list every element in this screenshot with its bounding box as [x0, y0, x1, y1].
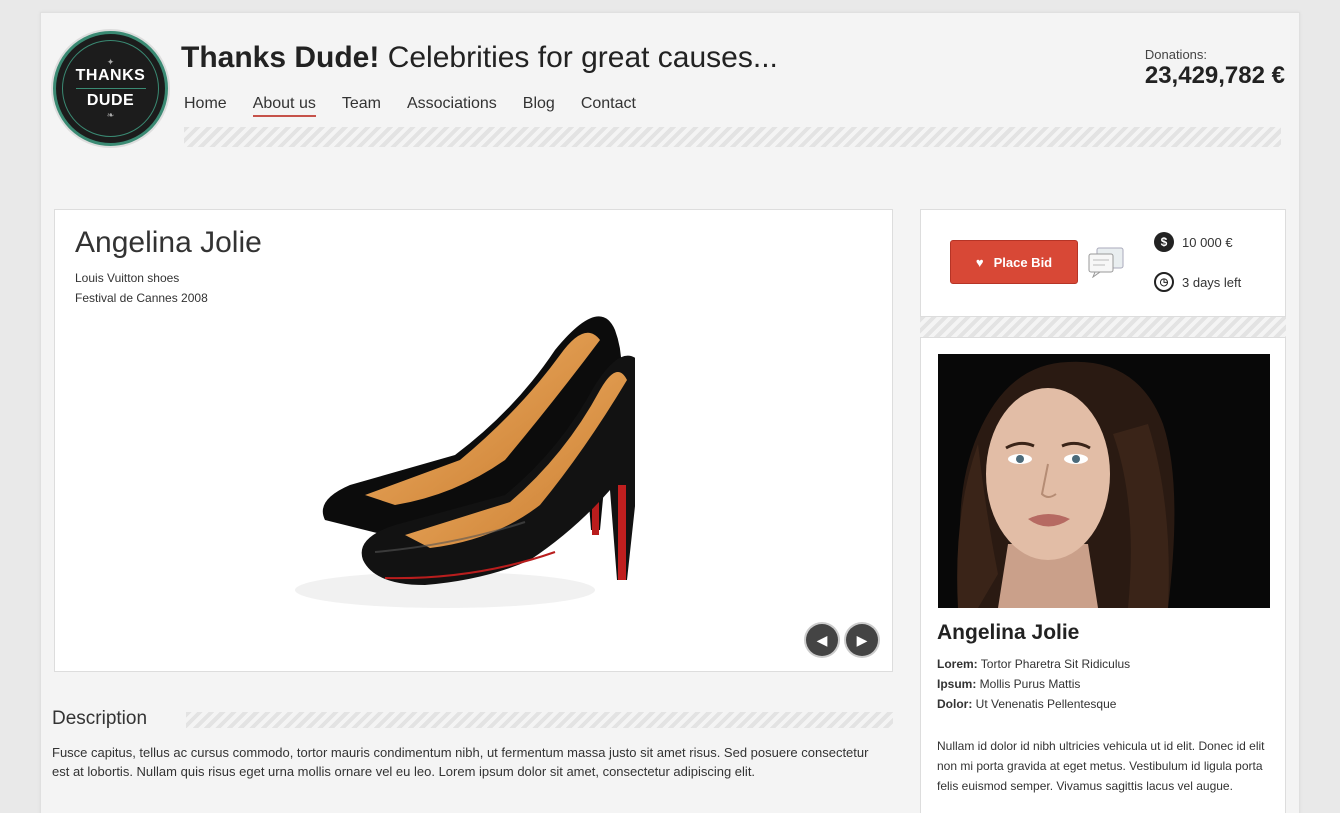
page-container: ✦ THANKS DUDE ❧ Thanks Dude! Celebrities… — [40, 12, 1300, 813]
main-nav: Home About us Team Associations Blog Con… — [184, 95, 662, 117]
celebrity-fact-row: Lorem: Tortor Pharetra Sit Ridiculus — [937, 654, 1130, 674]
site-title-bold: Thanks Dude! — [181, 41, 380, 74]
nav-contact[interactable]: Contact — [581, 95, 636, 117]
donations-label: Donations: — [1144, 47, 1208, 62]
header-stripe-divider — [184, 127, 1281, 147]
dollar-icon: $ — [1154, 232, 1174, 252]
chevron-left-icon: ◀ — [816, 632, 828, 648]
place-bid-button[interactable]: ♥ Place Bid — [950, 240, 1078, 284]
slider-prev-button[interactable]: ◀ — [806, 624, 838, 656]
clock-icon: ◷ — [1154, 272, 1174, 292]
slider-next-button[interactable]: ▶ — [846, 624, 878, 656]
place-bid-label: Place Bid — [993, 254, 1053, 270]
celebrity-fact-row: Ipsum: Mollis Purus Mattis — [937, 674, 1130, 694]
fact-key: Dolor: — [937, 697, 973, 711]
bid-time-row: ◷ 3 days left — [1154, 272, 1241, 292]
comment-icon[interactable] — [1087, 246, 1125, 279]
bid-price: 10 000 € — [1182, 234, 1233, 250]
celebrity-bio: Nullam id dolor id nibh ultricies vehicu… — [937, 739, 1265, 793]
shoes-illustration — [295, 316, 649, 608]
bid-panel: ♥ Place Bid $ 10 000 € ◷ 3 days left — [920, 209, 1286, 317]
fact-value: Ut Venenatis Pellentesque — [972, 697, 1117, 711]
celebrity-name: Angelina Jolie — [937, 621, 1080, 644]
fact-value: Tortor Pharetra Sit Ridiculus — [977, 657, 1131, 671]
description-text: Fusce capitus, tellus ac cursus commodo,… — [52, 745, 869, 779]
description-stripe-divider — [186, 712, 893, 728]
nav-home[interactable]: Home — [184, 95, 227, 117]
fact-key: Lorem: — [937, 657, 978, 671]
chevron-right-icon: ▶ — [856, 632, 868, 648]
product-details: Louis Vuitton shoes Festival de Cannes 2… — [75, 268, 208, 308]
bid-stripe-divider — [920, 317, 1286, 337]
site-logo[interactable]: ✦ THANKS DUDE ❧ — [53, 31, 168, 146]
celebrity-portrait — [938, 354, 1270, 608]
celebrity-facts: Lorem: Tortor Pharetra Sit Ridiculus Ips… — [937, 654, 1130, 714]
donations-amount: 23,429,782 € — [1144, 62, 1285, 89]
donations-counter: Donations: 23,429,782 € — [1145, 47, 1285, 90]
site-title: Thanks Dude! Celebrities for great cause… — [181, 41, 778, 75]
nav-about-us[interactable]: About us — [252, 95, 316, 117]
nav-blog[interactable]: Blog — [523, 95, 555, 117]
product-celebrity-name: Angelina Jolie — [75, 226, 262, 259]
celebrity-fact-row: Dolor: Ut Venenatis Pellentesque — [937, 694, 1130, 714]
nav-associations[interactable]: Associations — [407, 95, 497, 117]
bid-price-row: $ 10 000 € — [1154, 232, 1233, 252]
fact-key: Ipsum: — [937, 677, 977, 691]
fact-value: Mollis Purus Mattis — [976, 677, 1081, 691]
product-card: Angelina Jolie Louis Vuitton shoes Festi… — [54, 209, 893, 672]
logo-ring — [62, 40, 159, 137]
product-image-shoes — [255, 290, 649, 630]
product-item-name: Louis Vuitton shoes — [75, 271, 180, 285]
bid-time-left: 3 days left — [1182, 274, 1242, 290]
product-event: Festival de Cannes 2008 — [75, 291, 208, 305]
site-tagline: Celebrities for great causes... — [379, 41, 778, 74]
celebrity-card: Angelina Jolie Lorem: Tortor Pharetra Si… — [920, 337, 1286, 813]
heart-icon: ♥ — [975, 254, 984, 270]
nav-team[interactable]: Team — [342, 95, 381, 117]
description-heading: Description — [52, 708, 148, 729]
